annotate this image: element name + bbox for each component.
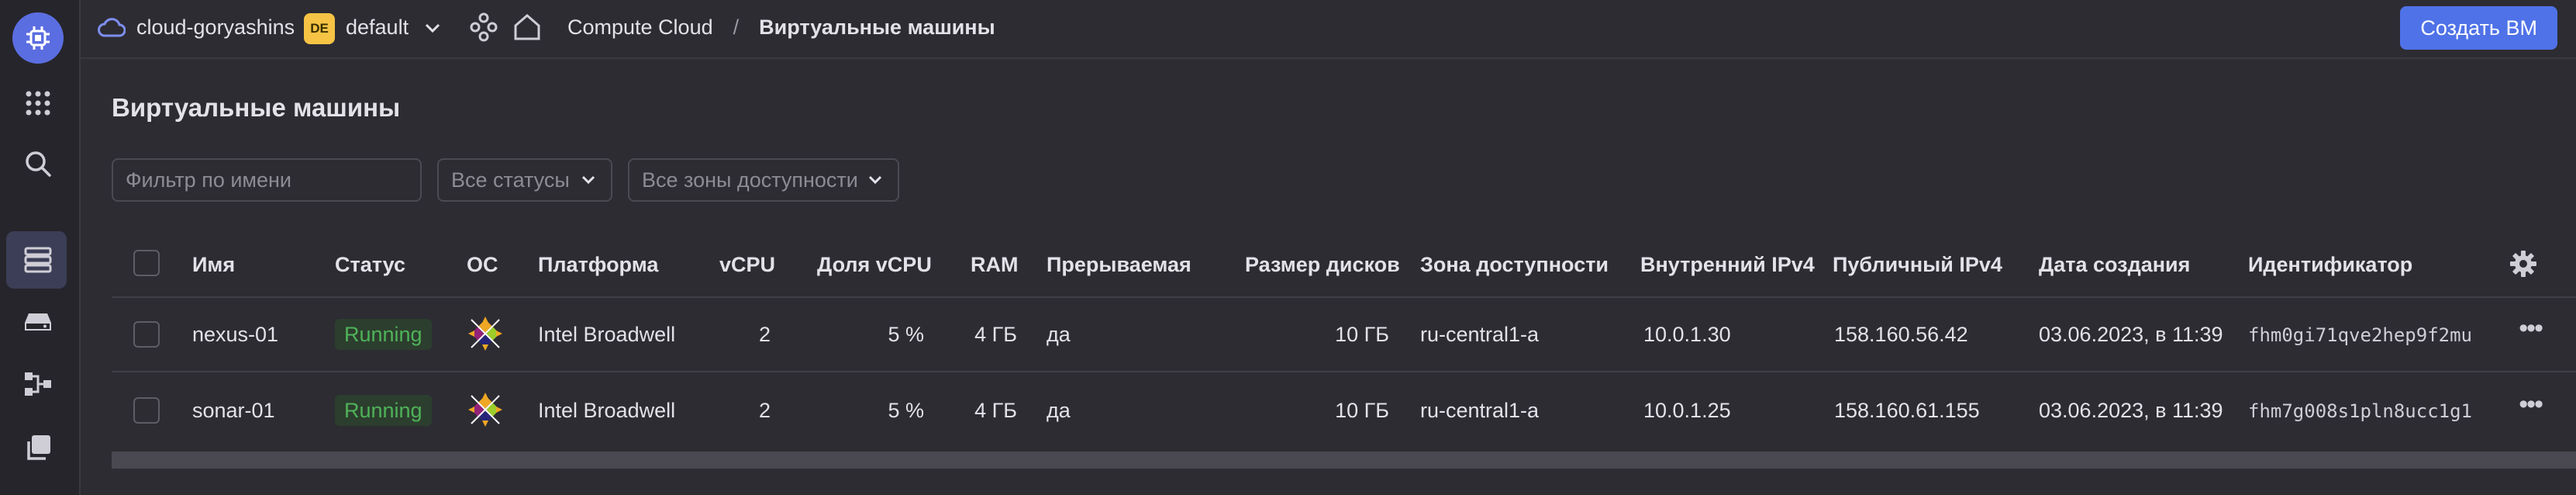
breadcrumb-current: Виртуальные машины: [759, 16, 995, 39]
vm-preemptible: да: [1047, 399, 1071, 422]
col-id[interactable]: Идентификатор: [2248, 253, 2412, 277]
page-title: Виртуальные машины: [112, 93, 401, 122]
vm-name[interactable]: nexus-01: [192, 323, 278, 347]
vm-public-ip: 158.160.56.42: [1834, 323, 1968, 346]
col-os[interactable]: ОС: [467, 253, 498, 277]
cloud-name[interactable]: cloud-goryashins: [136, 16, 295, 40]
col-status[interactable]: Статус: [335, 253, 405, 277]
vm-disk-size: 10 ГБ: [1335, 399, 1389, 422]
create-vm-button[interactable]: Создать ВМ: [2400, 6, 2557, 50]
chevron-down-icon: [581, 175, 595, 185]
name-filter-placeholder: Фильтр по имени: [126, 168, 291, 192]
vm-name[interactable]: sonar-01: [192, 399, 275, 423]
name-filter-input[interactable]: Фильтр по имени: [112, 158, 422, 202]
folder-badge: DE: [304, 13, 335, 44]
col-vcpu[interactable]: vCPU: [719, 253, 775, 277]
col-created[interactable]: Дата создания: [2039, 253, 2190, 277]
vm-ram: 4 ГБ: [974, 399, 1017, 422]
home-icon[interactable]: [512, 11, 543, 49]
header-divider: [112, 296, 2576, 298]
row-checkbox[interactable]: [133, 321, 160, 348]
vm-vcpu-share: 5 %: [888, 399, 924, 422]
search-icon[interactable]: [19, 144, 57, 183]
vm-vcpu: 2: [758, 323, 771, 346]
table-settings-gear-icon[interactable]: [2509, 250, 2537, 282]
col-vcpu-share[interactable]: Доля vCPU: [817, 253, 932, 277]
vm-internal-ip: 10.0.1.30: [1643, 323, 1731, 346]
vm-created: 03.06.2023, в 11:39: [2039, 399, 2223, 422]
col-name[interactable]: Имя: [192, 253, 235, 277]
copy-icon[interactable]: [19, 428, 57, 467]
row-menu-icon[interactable]: •••: [2519, 313, 2543, 344]
breadcrumb-separator: /: [733, 16, 740, 39]
status-select-value: Все статусы: [451, 168, 570, 192]
col-public-ip[interactable]: Публичный IPv4: [1833, 253, 2002, 277]
breadcrumb-root[interactable]: Compute Cloud: [567, 16, 713, 40]
centos-logo-icon: [465, 313, 505, 359]
vm-public-ip: 158.160.61.155: [1834, 399, 1980, 422]
col-internal-ip[interactable]: Внутренний IPv4: [1640, 253, 1815, 277]
vm-id: fhm7g008s1pln8ucc1g1: [2248, 400, 2472, 422]
zone-select-value: Все зоны доступности: [642, 168, 858, 192]
network-icon[interactable]: [19, 365, 57, 403]
disk-icon[interactable]: [19, 303, 57, 341]
vm-disk-size: 10 ГБ: [1335, 323, 1389, 346]
chevron-down-icon: [868, 175, 882, 185]
col-preemptible[interactable]: Прерываемая: [1047, 253, 1191, 277]
vm-internal-ip: 10.0.1.25: [1643, 399, 1731, 422]
vm-servers-icon[interactable]: [19, 241, 57, 279]
vm-created: 03.06.2023, в 11:39: [2039, 323, 2223, 346]
vm-platform: Intel Broadwell: [538, 399, 676, 422]
horizontal-scrollbar[interactable]: [112, 452, 2576, 469]
row-checkbox[interactable]: [133, 397, 160, 424]
vm-vcpu: 2: [758, 399, 771, 422]
apps-grid-icon[interactable]: [19, 84, 57, 123]
top-header: cloud-goryashins DE default Compute Clou…: [81, 0, 2576, 59]
breadcrumb: Compute Cloud / Виртуальные машины: [567, 16, 995, 40]
compute-logo-icon[interactable]: [12, 12, 64, 64]
col-platform[interactable]: Платформа: [538, 253, 658, 277]
left-rail: [0, 0, 81, 495]
vm-vcpu-share: 5 %: [888, 323, 924, 346]
service-nodes-icon[interactable]: [468, 11, 499, 49]
select-all-checkbox[interactable]: [133, 250, 160, 276]
chevron-down-icon[interactable]: [422, 17, 443, 44]
col-ram[interactable]: RAM: [971, 253, 1019, 277]
row-divider: [112, 371, 2576, 372]
status-badge: Running: [335, 319, 432, 350]
row-menu-icon[interactable]: •••: [2519, 389, 2543, 420]
status-select[interactable]: Все статусы: [437, 158, 612, 202]
col-zone[interactable]: Зона доступности: [1420, 253, 1609, 277]
col-disk-size[interactable]: Размер дисков: [1245, 253, 1400, 277]
vm-zone: ru-central1-a: [1420, 399, 1540, 422]
folder-name[interactable]: default: [346, 16, 409, 40]
zone-select[interactable]: Все зоны доступности: [628, 158, 899, 202]
cloud-icon: [98, 17, 126, 44]
centos-logo-icon: [465, 389, 505, 435]
vm-platform: Intel Broadwell: [538, 323, 676, 346]
vm-id: fhm0gi71qve2hep9f2mu: [2248, 324, 2472, 346]
vm-ram: 4 ГБ: [974, 323, 1017, 346]
status-badge: Running: [335, 395, 432, 426]
vm-zone: ru-central1-a: [1420, 323, 1540, 346]
vm-preemptible: да: [1047, 323, 1071, 346]
